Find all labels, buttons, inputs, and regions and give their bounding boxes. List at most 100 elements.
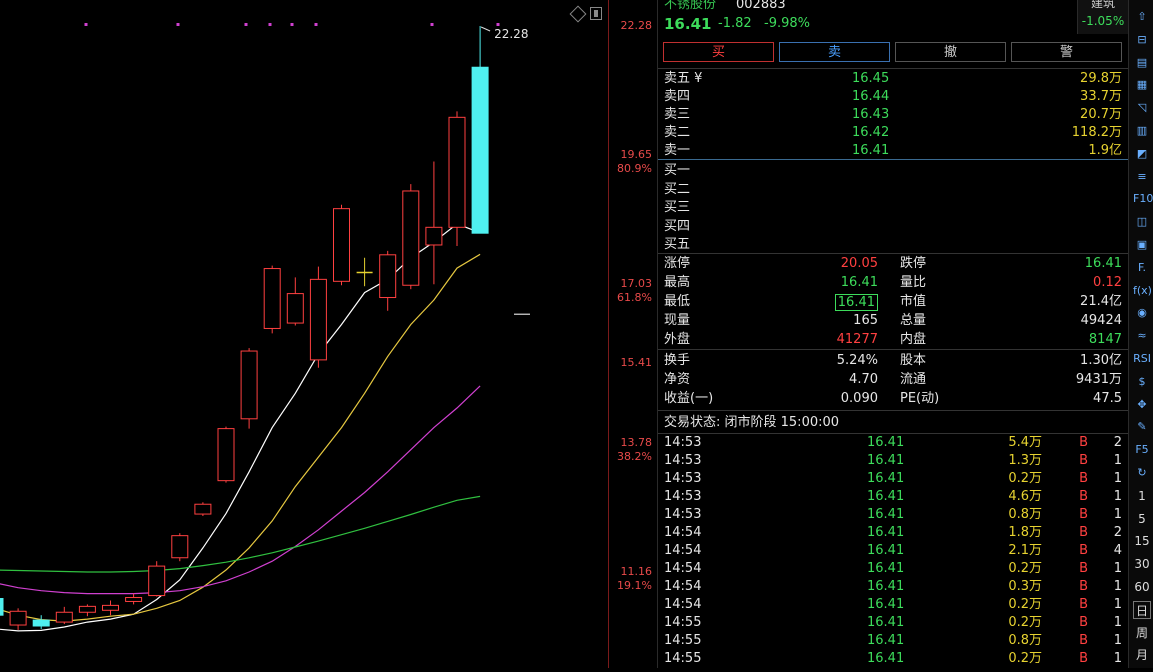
candle[interactable] xyxy=(471,26,489,234)
candle[interactable] xyxy=(402,184,420,290)
candle[interactable] xyxy=(9,608,27,630)
trade-button-3[interactable]: 警 xyxy=(1011,42,1122,62)
tick-row[interactable]: 14:55 16.41 0.2万 B 1 xyxy=(664,650,1122,668)
toolbar-button-5[interactable]: ▥ xyxy=(1133,122,1151,140)
tick-row[interactable]: 14:54 16.41 0.2万 B 1 xyxy=(664,596,1122,614)
sector-box[interactable]: 建筑 -1.05% xyxy=(1077,0,1128,34)
toolbar-button-0[interactable]: ⇧ xyxy=(1133,8,1151,26)
toolbar-button-7[interactable]: ≡ xyxy=(1133,168,1151,186)
candle[interactable] xyxy=(102,600,119,616)
toolbar-button-13[interactable]: ◉ xyxy=(1133,304,1151,322)
candle[interactable] xyxy=(425,161,443,285)
candle[interactable] xyxy=(309,266,327,368)
buy-order-row[interactable]: 买五 xyxy=(664,236,1122,254)
toolbar-button-11[interactable]: F. xyxy=(1133,259,1151,277)
tick-row[interactable]: 14:54 16.41 2.1万 B 4 xyxy=(664,542,1122,560)
trade-status: 交易状态: 闭市阶段 15:00:00 xyxy=(664,415,840,430)
price-header: 16.41 -1.82 -9.98% xyxy=(664,14,1122,34)
chart-corner-collapse-icon[interactable] xyxy=(590,7,602,20)
candle[interactable] xyxy=(171,533,189,562)
buy-order-row[interactable]: 买四 xyxy=(664,218,1122,236)
stat-label: 涨停 xyxy=(664,256,691,271)
sell-order-label: 卖三 xyxy=(664,107,691,122)
tick-time: 14:54 xyxy=(664,543,702,558)
candle[interactable] xyxy=(0,594,4,627)
candle[interactable] xyxy=(263,265,281,334)
toolbar-button-26[interactable]: 日 xyxy=(1133,600,1151,619)
candle[interactable] xyxy=(125,593,143,605)
sell-order-volume: 33.7万 xyxy=(1080,89,1122,104)
candle[interactable] xyxy=(379,250,397,311)
toolbar-button-14[interactable]: ≈ xyxy=(1133,327,1151,345)
ma-line xyxy=(0,495,481,573)
toolbar-button-27[interactable]: 周 xyxy=(1133,624,1151,642)
toolbar-button-12[interactable]: f(x) xyxy=(1133,282,1152,300)
tick-row[interactable]: 14:53 16.41 0.2万 B 1 xyxy=(664,470,1122,488)
trade-button-1[interactable]: 卖 xyxy=(779,42,890,62)
tick-count: 1 xyxy=(1113,453,1122,468)
candle-body xyxy=(263,268,281,329)
tick-row[interactable]: 14:53 16.41 5.4万 B 2 xyxy=(664,434,1122,452)
tick-row[interactable]: 14:55 16.41 0.2万 B 1 xyxy=(664,614,1122,632)
sell-order-label: 卖二 xyxy=(664,125,691,140)
candle[interactable] xyxy=(286,277,304,326)
toolbar-button-15[interactable]: RSI xyxy=(1133,350,1151,368)
candle-body xyxy=(286,293,304,324)
sell-order-row[interactable]: 卖二 16.42 118.2万 xyxy=(664,124,1122,142)
trade-button-2[interactable]: 撤 xyxy=(895,42,1006,62)
tick-row[interactable]: 14:53 16.41 1.3万 B 1 xyxy=(664,452,1122,470)
sell-order-row[interactable]: 卖五 ¥ 16.45 29.8万 xyxy=(664,70,1122,88)
candle-body xyxy=(32,619,50,627)
tick-row[interactable]: 14:54 16.41 1.8万 B 2 xyxy=(664,524,1122,542)
toolbar-button-2[interactable]: ▤ xyxy=(1133,54,1151,72)
toolbar-button-25[interactable]: 60 xyxy=(1133,578,1151,596)
buy-order-row[interactable]: 买一 xyxy=(664,162,1122,180)
tick-row[interactable]: 14:53 16.41 4.6万 B 1 xyxy=(664,488,1122,506)
candle[interactable] xyxy=(240,348,258,429)
stat-value: 41277 xyxy=(836,332,878,347)
toolbar-button-22[interactable]: 5 xyxy=(1133,510,1151,528)
toolbar-button-3[interactable]: ▦ xyxy=(1133,76,1151,94)
sell-order-row[interactable]: 卖四 16.44 33.7万 xyxy=(664,88,1122,106)
tick-row[interactable]: 14:55 16.41 0.8万 B 1 xyxy=(664,632,1122,650)
stat-row: 最高 16.41 量比 0.12 xyxy=(664,274,1122,292)
toolbar-button-17[interactable]: ✥ xyxy=(1133,396,1151,414)
candle[interactable] xyxy=(194,502,212,517)
sell-order-row[interactable]: 卖一 16.41 1.9亿 xyxy=(664,142,1122,160)
toolbar-button-1[interactable]: ⊟ xyxy=(1133,31,1151,49)
tick-row[interactable]: 14:54 16.41 0.2万 B 1 xyxy=(664,560,1122,578)
tick-row[interactable]: 14:54 16.41 0.3万 B 1 xyxy=(664,578,1122,596)
toolbar-button-4[interactable]: ◹ xyxy=(1133,99,1151,117)
toolbar-button-18[interactable]: ✎ xyxy=(1133,418,1151,436)
candle[interactable] xyxy=(217,426,235,483)
toolbar-button-10[interactable]: ▣ xyxy=(1133,236,1151,254)
toolbar-button-24[interactable]: 30 xyxy=(1133,555,1151,573)
toolbar-button-16[interactable]: $ xyxy=(1133,373,1151,391)
change-value: -1.82 xyxy=(718,16,752,31)
tick-count: 2 xyxy=(1113,525,1122,540)
candle[interactable] xyxy=(78,604,96,617)
trade-button-0[interactable]: 买 xyxy=(663,42,774,62)
toolbar-button-20[interactable]: ↻ xyxy=(1133,464,1151,482)
tick-row[interactable]: 14:53 16.41 0.8万 B 1 xyxy=(664,506,1122,524)
toolbar-button-6[interactable]: ◩ xyxy=(1133,145,1151,163)
candle[interactable] xyxy=(333,204,350,286)
tick-price: 16.41 xyxy=(867,651,905,666)
toolbar-button-21[interactable]: 1 xyxy=(1133,487,1151,505)
candle[interactable] xyxy=(32,615,50,629)
toolbar-button-19[interactable]: F5 xyxy=(1133,441,1151,459)
kline-chart[interactable]: 22.28 xyxy=(0,0,608,668)
candle[interactable] xyxy=(55,606,73,625)
candle[interactable] xyxy=(148,561,166,597)
toolbar-button-28[interactable]: 月 xyxy=(1133,646,1151,664)
stat-value: 16.41 xyxy=(1084,256,1122,271)
toolbar-button-8[interactable]: F10 xyxy=(1133,190,1153,208)
candle[interactable] xyxy=(356,257,373,287)
toolbar-button-9[interactable]: ◫ xyxy=(1133,213,1151,231)
candle[interactable] xyxy=(448,111,466,246)
buy-order-row[interactable]: 买二 xyxy=(664,181,1122,199)
sell-order-row[interactable]: 卖三 16.43 20.7万 xyxy=(664,106,1122,124)
toolbar-button-23[interactable]: 15 xyxy=(1133,532,1151,550)
stat-row: 最低 16.41 市值 21.4亿 xyxy=(664,293,1122,311)
buy-order-row[interactable]: 买三 xyxy=(664,199,1122,217)
